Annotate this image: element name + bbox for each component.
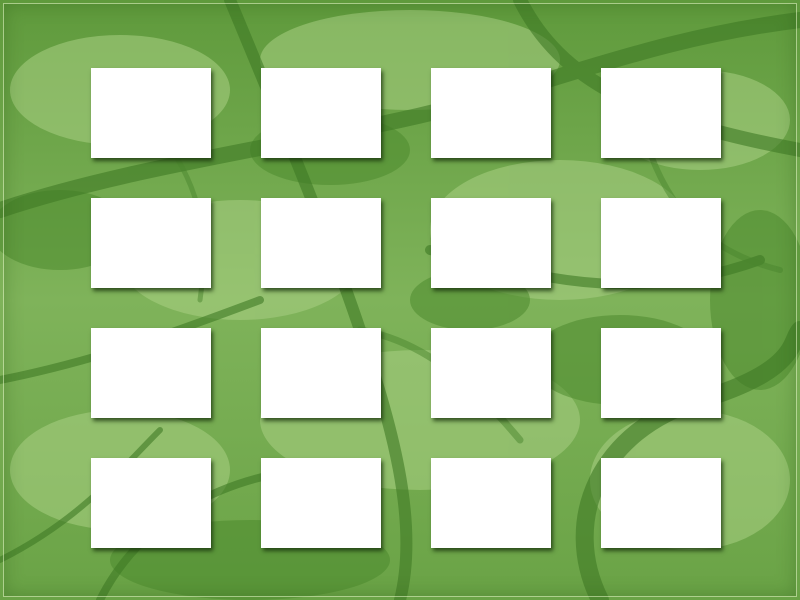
card-r4-c2[interactable] [261, 458, 381, 548]
card-r3-c1[interactable] [91, 328, 211, 418]
card-r1-c3[interactable] [431, 68, 551, 158]
card-r4-c3[interactable] [431, 458, 551, 548]
card-grid [91, 68, 721, 548]
card-r2-c1[interactable] [91, 198, 211, 288]
card-r2-c3[interactable] [431, 198, 551, 288]
card-r1-c4[interactable] [601, 68, 721, 158]
card-r2-c4[interactable] [601, 198, 721, 288]
card-r4-c4[interactable] [601, 458, 721, 548]
card-r4-c1[interactable] [91, 458, 211, 548]
game-board [0, 0, 800, 600]
card-r3-c2[interactable] [261, 328, 381, 418]
card-r1-c1[interactable] [91, 68, 211, 158]
card-r3-c3[interactable] [431, 328, 551, 418]
card-r1-c2[interactable] [261, 68, 381, 158]
card-r3-c4[interactable] [601, 328, 721, 418]
card-r2-c2[interactable] [261, 198, 381, 288]
